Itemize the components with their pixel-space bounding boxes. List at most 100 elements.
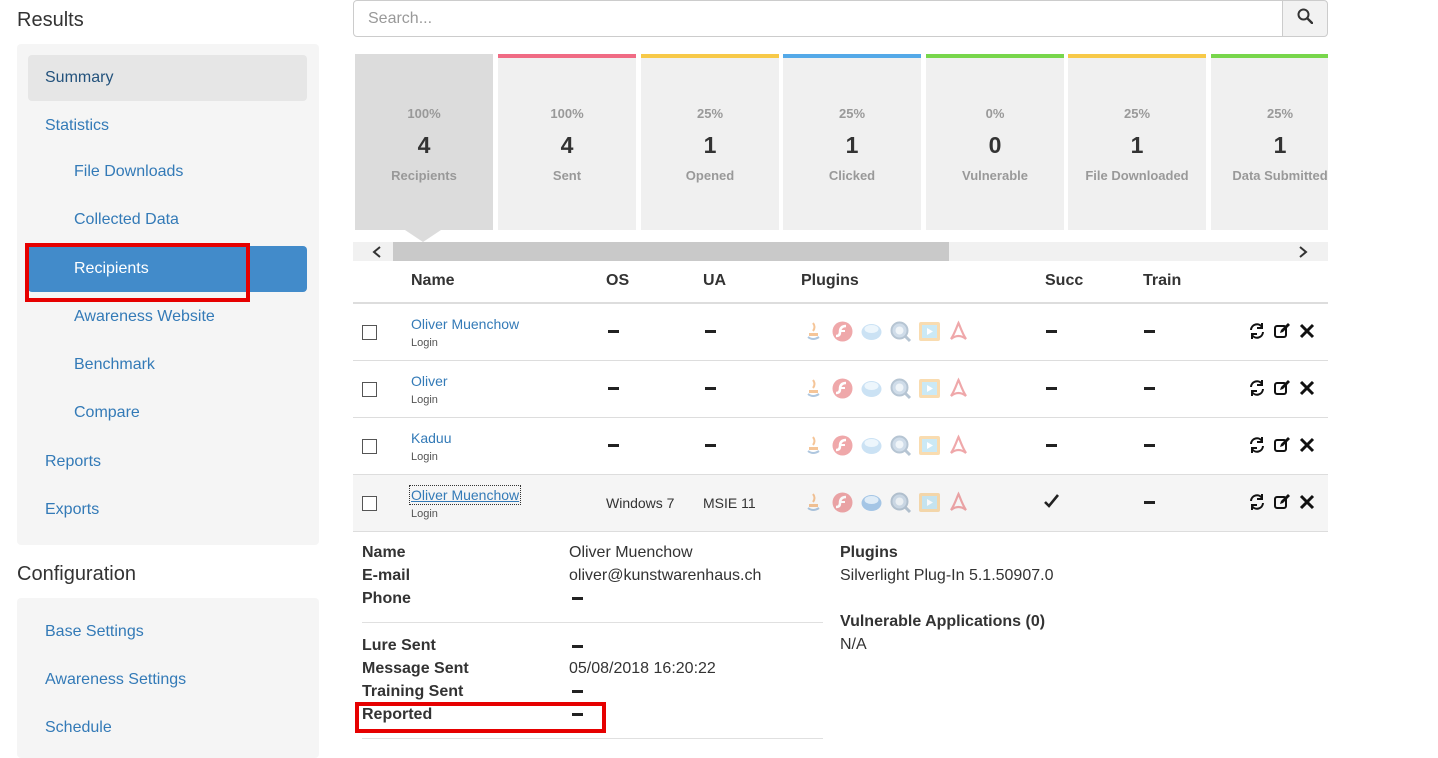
column-header-train[interactable]: Train	[1143, 272, 1181, 290]
row-checkbox[interactable]	[362, 496, 377, 511]
column-header-os[interactable]: OS	[606, 272, 629, 290]
table-row-selected[interactable]: Oliver Muenchow Login Windows 7 MSIE 11	[353, 475, 1328, 532]
delete-icon[interactable]	[1298, 493, 1316, 516]
stat-count: 4	[560, 132, 574, 158]
edit-icon[interactable]	[1273, 379, 1291, 402]
table-row[interactable]: Kaduu Login	[353, 418, 1328, 475]
detail-email-label: E-mail	[362, 567, 411, 584]
flash-icon	[832, 321, 853, 342]
train-empty-dash	[1144, 501, 1155, 504]
edit-icon[interactable]	[1273, 493, 1291, 516]
ua-empty-dash	[705, 444, 716, 447]
scroll-right-icon[interactable]	[1293, 242, 1313, 261]
search-input[interactable]	[353, 0, 1283, 37]
recipient-name-link[interactable]: Oliver	[411, 373, 448, 389]
nav-reports[interactable]: Reports	[28, 439, 307, 485]
row-actions	[1248, 322, 1316, 345]
row-checkbox[interactable]	[362, 325, 377, 340]
detail-name-value: Oliver Muenchow	[569, 544, 693, 561]
stat-card-vulnerable[interactable]: 0% 0 Vulnerable	[926, 54, 1064, 230]
stat-percent: 25%	[1266, 106, 1294, 121]
nav-file-downloads[interactable]: File Downloads	[28, 149, 307, 195]
flash-icon	[832, 435, 853, 456]
ua-value: MSIE 11	[703, 495, 756, 511]
scroll-left-icon[interactable]	[367, 242, 387, 261]
search-icon	[1297, 8, 1314, 29]
stat-count: 0	[988, 132, 1002, 158]
stat-card-clicked[interactable]: 25% 1 Clicked	[783, 54, 921, 230]
stat-color-bar	[1211, 54, 1328, 58]
java-icon	[807, 379, 820, 397]
nav-schedule[interactable]: Schedule	[28, 705, 307, 751]
column-header-ua[interactable]: UA	[703, 272, 726, 290]
detail-vulnerable-apps-value: N/A	[840, 636, 867, 653]
edit-icon[interactable]	[1273, 322, 1291, 345]
plugin-icons	[802, 377, 970, 400]
pdf-icon	[950, 320, 967, 340]
row-checkbox[interactable]	[362, 439, 377, 454]
detail-lure-sent-label: Lure Sent	[362, 637, 436, 654]
search-button[interactable]	[1282, 0, 1328, 37]
plugin-icons	[802, 434, 970, 457]
refresh-icon[interactable]	[1248, 379, 1266, 402]
nav-collected-data[interactable]: Collected Data	[28, 197, 307, 243]
detail-name-label: Name	[362, 544, 406, 561]
stat-count: 4	[417, 132, 431, 158]
recipient-name-link[interactable]: Oliver Muenchow	[411, 316, 519, 332]
nav-base-settings[interactable]: Base Settings	[28, 609, 307, 655]
nav-benchmark[interactable]: Benchmark	[28, 342, 307, 388]
stat-percent: 0%	[985, 106, 1005, 121]
stat-label: Recipients	[391, 168, 457, 183]
stat-color-bar	[783, 54, 921, 58]
nav-compare[interactable]: Compare	[28, 390, 307, 436]
row-actions	[1248, 493, 1316, 516]
table-row[interactable]: Oliver Login	[353, 361, 1328, 418]
row-checkbox[interactable]	[362, 382, 377, 397]
recipient-name-link[interactable]: Kaduu	[411, 430, 451, 446]
scrollbar-thumb[interactable]	[393, 242, 949, 261]
column-header-name[interactable]: Name	[411, 272, 455, 290]
delete-icon[interactable]	[1298, 379, 1316, 402]
ua-empty-dash	[705, 330, 716, 333]
flash-icon	[832, 492, 853, 513]
stat-card-sent[interactable]: 100% 4 Sent	[498, 54, 636, 230]
column-header-plugins[interactable]: Plugins	[801, 272, 859, 290]
nav-exports[interactable]: Exports	[28, 487, 307, 533]
os-empty-dash	[608, 444, 619, 447]
quicktime-icon	[890, 492, 912, 514]
details-divider	[362, 622, 823, 623]
recipient-name-link[interactable]: Oliver Muenchow	[408, 485, 522, 505]
nav-awareness-website[interactable]: Awareness Website	[28, 294, 307, 340]
media-player-icon	[919, 493, 940, 512]
media-player-icon	[919, 322, 940, 341]
succ-empty-dash	[1046, 330, 1057, 333]
plugin-icons	[802, 491, 970, 514]
detail-phone-label: Phone	[362, 590, 411, 607]
delete-icon[interactable]	[1298, 436, 1316, 459]
edit-icon[interactable]	[1273, 436, 1291, 459]
column-header-succ[interactable]: Succ	[1045, 272, 1083, 290]
stat-card-recipients[interactable]: 100% 4 Recipients	[355, 54, 493, 230]
nav-recipients[interactable]: Recipients	[28, 246, 307, 292]
delete-icon[interactable]	[1298, 322, 1316, 345]
pdf-icon	[950, 434, 967, 454]
pdf-icon	[950, 491, 967, 511]
silverlight-icon	[861, 438, 882, 454]
nav-summary[interactable]: Summary	[28, 55, 307, 101]
configuration-nav-panel: Base Settings Awareness Settings Schedul…	[17, 598, 319, 758]
refresh-icon[interactable]	[1248, 322, 1266, 345]
refresh-icon[interactable]	[1248, 493, 1266, 516]
stat-count: 1	[1130, 132, 1144, 158]
nav-awareness-settings[interactable]: Awareness Settings	[28, 657, 307, 703]
stat-card-data-submitted[interactable]: 25% 1 Data Submitted	[1211, 54, 1328, 230]
detail-vulnerable-apps-label: Vulnerable Applications (0)	[840, 613, 1046, 630]
stat-card-opened[interactable]: 25% 1 Opened	[641, 54, 779, 230]
stat-label: Sent	[552, 168, 582, 183]
stat-label: Clicked	[828, 168, 876, 183]
stat-card-file-downloaded[interactable]: 25% 1 File Downloaded	[1068, 54, 1206, 230]
plugin-icons	[802, 320, 970, 343]
refresh-icon[interactable]	[1248, 436, 1266, 459]
table-row[interactable]: Oliver Muenchow Login	[353, 304, 1328, 361]
nav-statistics[interactable]: Statistics	[28, 103, 307, 149]
cards-scrollbar[interactable]	[353, 242, 1328, 261]
